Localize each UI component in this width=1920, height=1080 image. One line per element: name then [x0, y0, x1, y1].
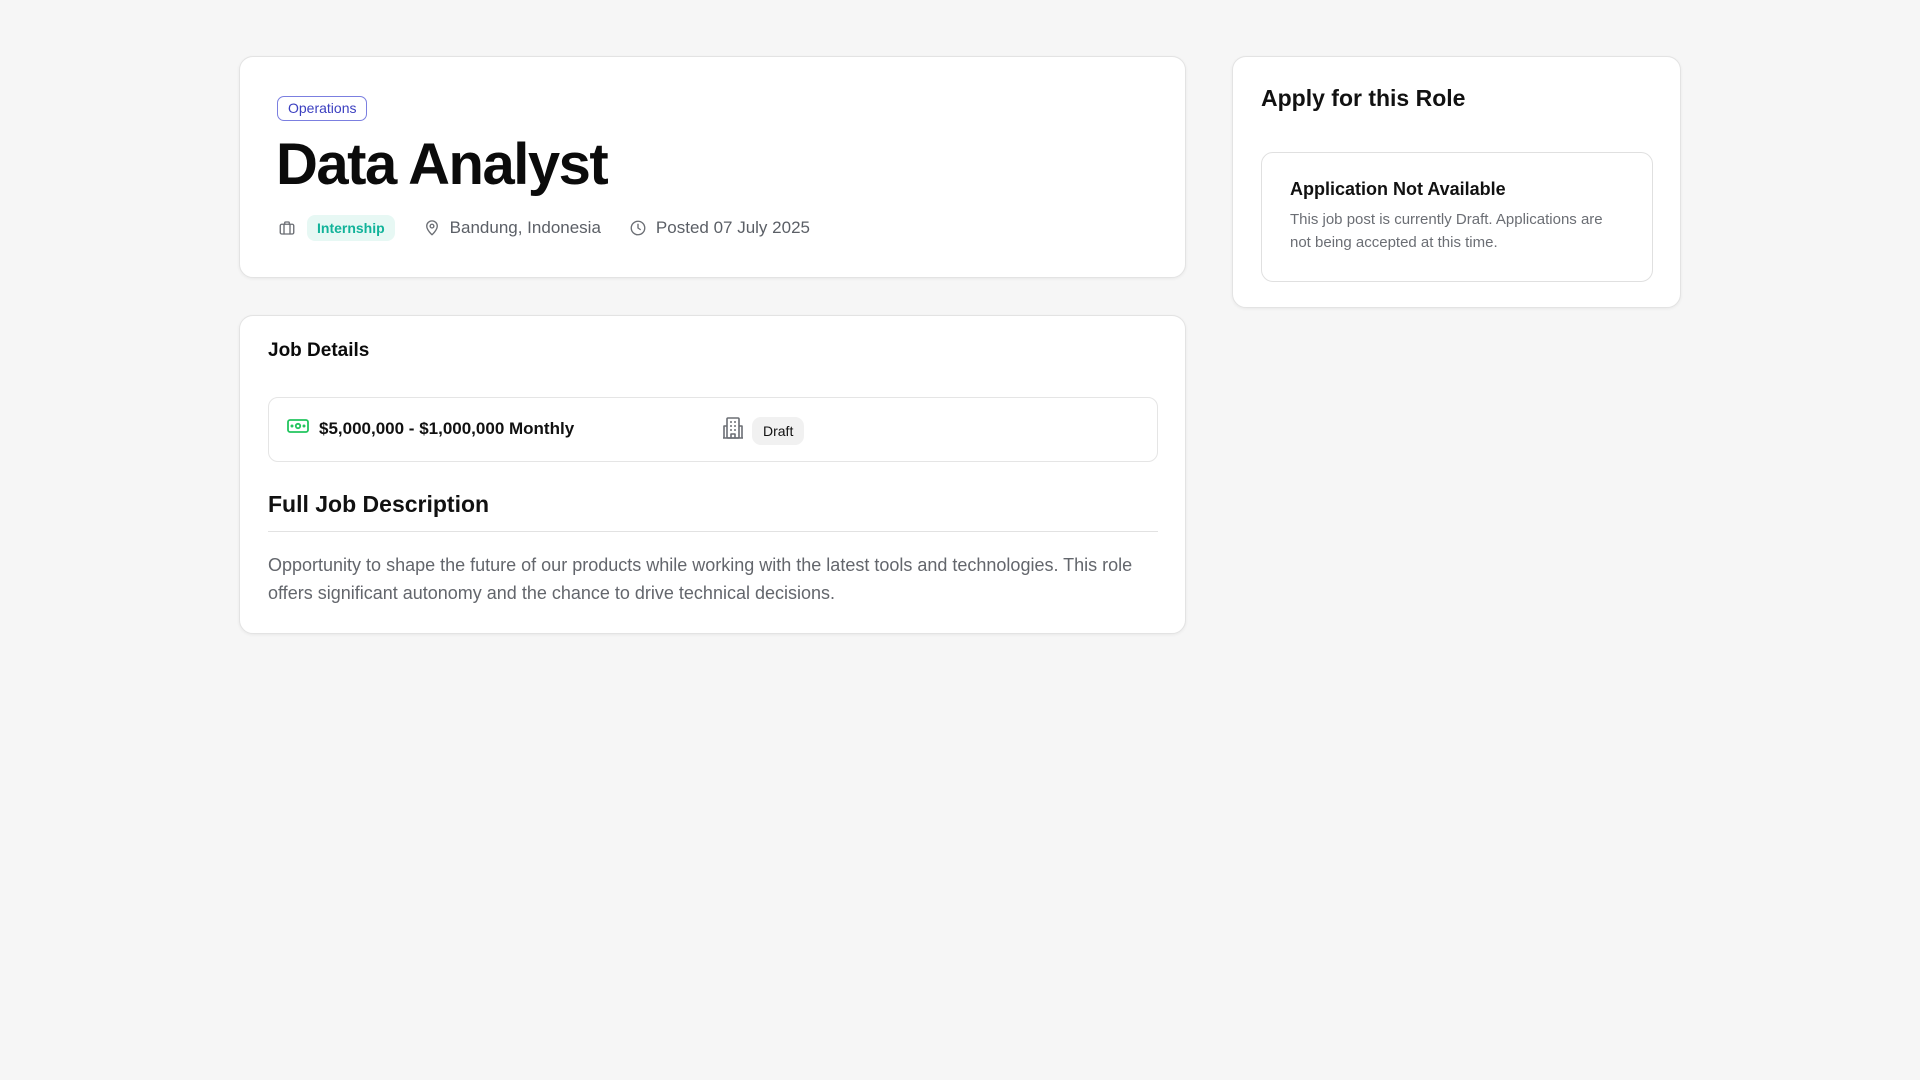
status-badge: Draft — [752, 416, 805, 445]
notice-text: This job post is currently Draft. Applic… — [1290, 211, 1603, 251]
application-notice: Application Not Available This job post … — [1261, 152, 1653, 282]
clock-icon — [628, 218, 648, 238]
salary-info: $5,000,000 - $1,000,000 Monthly — [287, 418, 574, 439]
job-location-label: Bandung, Indonesia — [449, 218, 601, 237]
apply-heading: Apply for this Role — [1261, 85, 1466, 111]
job-meta-row: Internship Bandung, Indonesia Posted 07 … — [277, 214, 810, 242]
map-pin-icon — [422, 218, 442, 238]
job-details-heading: Job Details — [268, 340, 370, 361]
description-heading: Full Job Description — [268, 491, 490, 517]
status-info: Draft — [722, 416, 805, 445]
job-title: Data Analyst — [276, 132, 609, 197]
description-text: Opportunity to shape the future of our p… — [268, 555, 1133, 603]
building-icon — [722, 416, 744, 445]
divider — [268, 531, 1158, 532]
category-badge: Operations — [277, 96, 368, 121]
notice-title: Application Not Available — [1290, 179, 1506, 199]
job-type-badge: Internship — [307, 215, 395, 241]
salary-label: $5,000,000 - $1,000,000 Monthly — [319, 418, 575, 438]
job-posted-label: Posted 07 July 2025 — [655, 218, 810, 237]
money-icon — [287, 418, 309, 439]
job-details-card: Job Details $5,000,000 - $1,000,000 Mont… — [239, 315, 1186, 634]
job-header-card: Operations Data Analyst Internship Bandu… — [239, 56, 1186, 278]
briefcase-icon — [277, 218, 297, 238]
job-info-box: $5,000,000 - $1,000,000 Monthly Draft — [268, 397, 1158, 462]
job-location: Bandung, Indonesia — [422, 218, 601, 238]
job-posted-date: Posted 07 July 2025 — [628, 218, 810, 238]
apply-card: Apply for this Role Application Not Avai… — [1232, 56, 1681, 308]
